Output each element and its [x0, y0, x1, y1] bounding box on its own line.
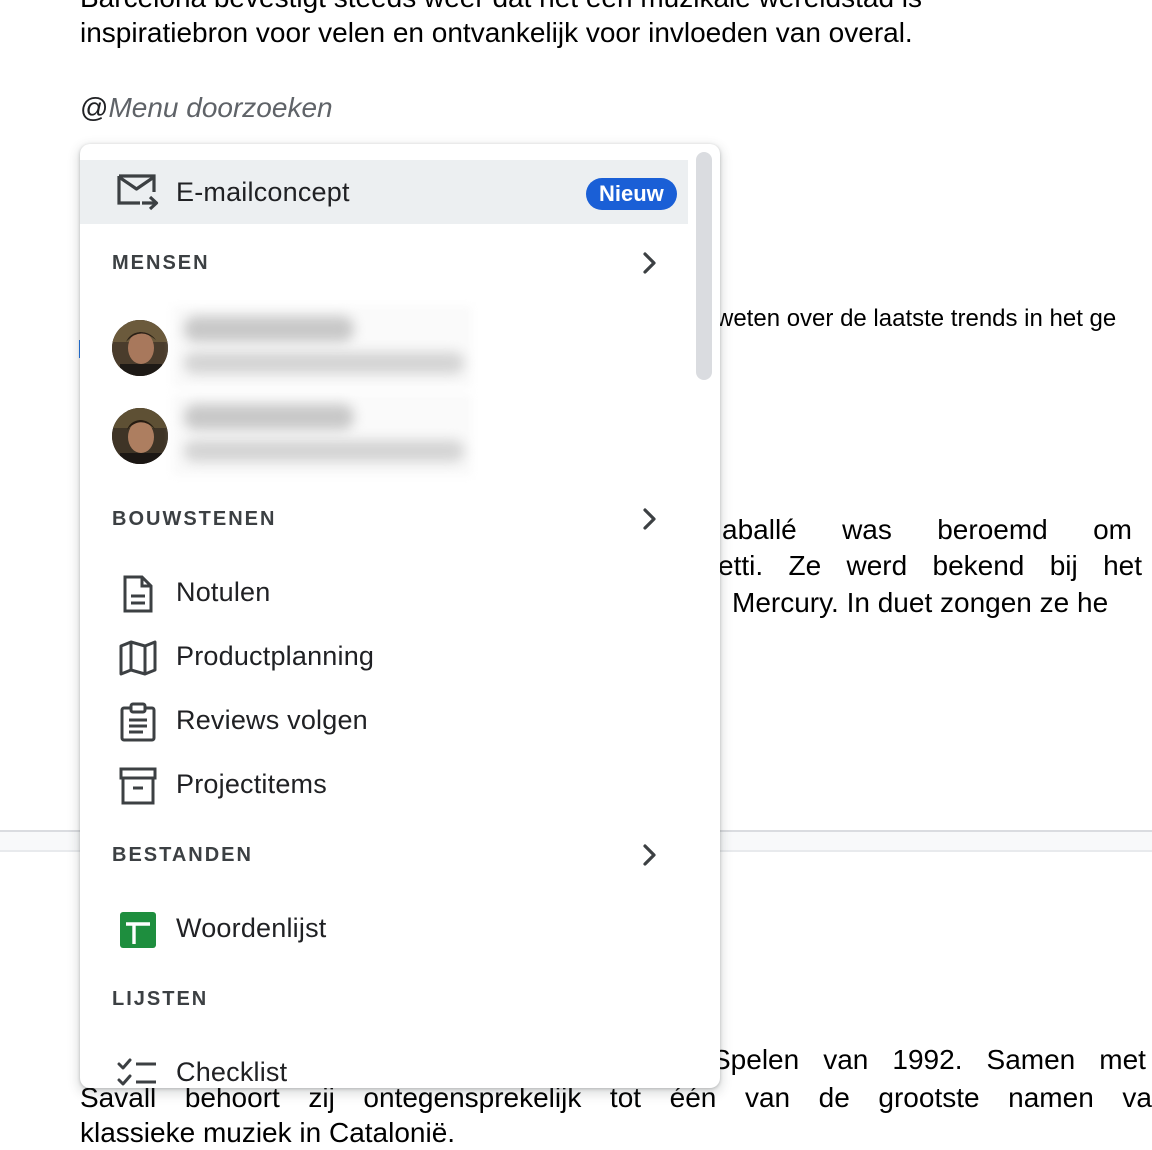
word: Samen — [986, 1044, 1076, 1075]
redacted-email — [184, 352, 464, 374]
item-label: Woordenlijst — [176, 912, 327, 943]
word: werd — [846, 550, 908, 581]
menu-item-projectitems[interactable]: Projectitems — [80, 752, 688, 816]
chevron-right-icon — [643, 252, 656, 274]
word: bij — [1049, 550, 1078, 581]
word: Ze — [788, 550, 822, 581]
word: om — [1093, 514, 1132, 545]
menu-item-notulen[interactable]: Notulen — [80, 560, 688, 624]
document-line-bottom: klassieke muziek in Catalonië. — [80, 1117, 456, 1148]
document-line-inspiratie: inspiratiebron voor velen en ontvankelij… — [80, 17, 913, 48]
section-title-building-blocks: BOUWSTENEN — [112, 508, 277, 530]
smart-chips-menu: E-mailconcept Nieuw MENSEN BOUWSTENEN No… — [80, 144, 720, 1088]
redacted-name — [184, 316, 354, 342]
scrollbar-thumb[interactable] — [696, 152, 712, 380]
word: beroemd — [937, 514, 1048, 545]
menu-item-woordenlijst[interactable]: Woordenlijst — [80, 896, 688, 960]
word: Spelen — [712, 1044, 800, 1075]
document-line-mercury: Mercury. In duet zongen ze he — [732, 587, 1109, 618]
word: het — [1103, 550, 1142, 581]
item-label: Reviews volgen — [176, 704, 368, 735]
mention-search-field[interactable]: @Menu doorzoeken — [80, 90, 333, 126]
redacted-email — [184, 440, 464, 462]
avatar — [112, 408, 168, 464]
word: van — [744, 1082, 791, 1113]
chevron-right-icon — [643, 844, 656, 866]
menu-item-checklist[interactable]: Checklist — [80, 1040, 688, 1088]
word: namen — [1008, 1082, 1094, 1113]
document-row-aballe: aballé was beroemd om — [722, 513, 1132, 547]
sheets-icon — [116, 910, 160, 950]
menu-item-reviews-volgen[interactable]: Reviews volgen — [80, 688, 688, 752]
document-line-weten: weten over de laatste trends in het ge — [716, 305, 1117, 332]
document-line-top: Barcelona bevestigt steeds weer dat het … — [80, 0, 922, 15]
email-draft-icon — [116, 172, 160, 212]
word: bekend — [932, 550, 1025, 581]
redacted-name — [184, 404, 354, 430]
map-icon — [116, 638, 160, 678]
person-item[interactable] — [80, 394, 688, 478]
word: met — [1099, 1044, 1146, 1075]
menu-scrollbar[interactable] — [696, 152, 712, 380]
word: de — [818, 1082, 850, 1113]
section-header-building-blocks[interactable]: BOUWSTENEN — [80, 500, 688, 540]
chevron-right-icon — [643, 508, 656, 530]
item-label: Checklist — [176, 1056, 288, 1087]
word: 1992. — [892, 1044, 963, 1075]
section-title-lists: LIJSTEN — [112, 988, 209, 1010]
checklist-icon — [116, 1054, 160, 1088]
document-row-spelen: Spelen van 1992. Samen met — [712, 1043, 1146, 1077]
section-header-files[interactable]: BESTANDEN — [80, 836, 688, 876]
item-label: Productplanning — [176, 640, 375, 671]
avatar — [112, 320, 168, 376]
new-badge: Nieuw — [586, 178, 677, 210]
clipboard-icon — [116, 702, 160, 742]
word: van — [823, 1044, 869, 1075]
section-header-lists: LIJSTEN — [80, 980, 688, 1020]
item-label: Notulen — [176, 576, 271, 607]
archive-icon — [116, 766, 160, 806]
word: etti. — [718, 550, 764, 581]
at-sign: @ — [80, 92, 109, 123]
word: grootste — [878, 1082, 980, 1113]
section-header-people[interactable]: MENSEN — [80, 244, 688, 284]
person-item[interactable] — [80, 306, 688, 390]
menu-item-productplanning[interactable]: Productplanning — [80, 624, 688, 688]
word: aballé — [722, 514, 797, 545]
mention-placeholder: Menu doorzoeken — [108, 92, 333, 123]
email-draft-label: E-mailconcept — [176, 176, 350, 207]
document-icon — [116, 574, 160, 614]
menu-item-email-draft[interactable]: E-mailconcept Nieuw — [80, 160, 688, 224]
word: was — [842, 514, 892, 545]
word: va — [1122, 1082, 1152, 1113]
section-title-files: BESTANDEN — [112, 844, 253, 866]
section-title-people: MENSEN — [112, 252, 210, 274]
document-row-etti: etti. Ze werd bekend bij het — [718, 549, 1142, 583]
item-label: Projectitems — [176, 768, 327, 799]
